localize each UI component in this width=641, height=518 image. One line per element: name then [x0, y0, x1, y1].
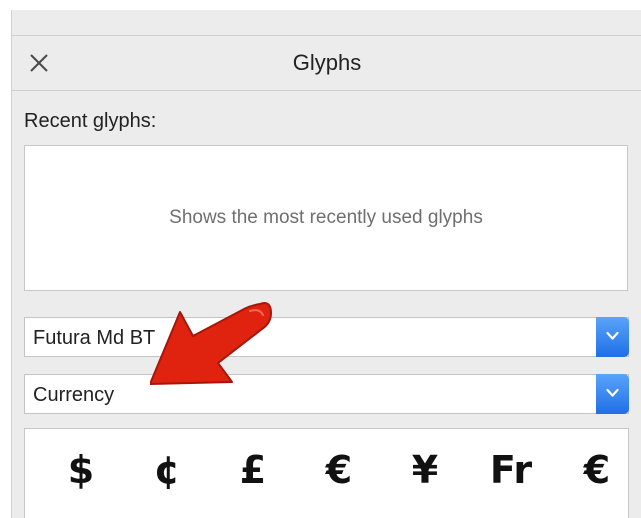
glyphs-panel: Glyphs Recent glyphs: Shows the most rec…	[11, 10, 641, 518]
glyph-cell[interactable]: £	[223, 446, 283, 494]
glyph-grid: $ ¢ £ € ¥ Fr €	[24, 428, 629, 518]
category-select[interactable]: Currency	[24, 374, 629, 414]
glyph-cell[interactable]: ¥	[395, 446, 455, 494]
top-strip	[0, 0, 641, 10]
recent-glyphs-label: Recent glyphs:	[24, 110, 157, 132]
recent-glyphs-area: Shows the most recently used glyphs	[24, 145, 628, 291]
glyph-cell[interactable]: ¢	[137, 446, 197, 494]
panel-title-bar: Glyphs	[12, 35, 641, 91]
glyph-cell[interactable]: €	[567, 446, 627, 494]
category-select-value: Currency	[33, 384, 115, 406]
font-select-value: Futura Md BT	[33, 327, 156, 349]
glyph-cell[interactable]: €	[309, 446, 369, 494]
font-select-button[interactable]	[596, 317, 629, 357]
glyph-cell[interactable]: $	[51, 446, 111, 494]
recent-glyphs-hint: Shows the most recently used glyphs	[169, 207, 483, 228]
panel-title: Glyphs	[292, 50, 362, 75]
font-select[interactable]: Futura Md BT	[24, 317, 629, 357]
chevron-down-icon	[606, 388, 619, 397]
chevron-down-icon	[606, 331, 619, 340]
glyph-cell[interactable]: Fr	[481, 446, 541, 494]
category-select-button[interactable]	[596, 374, 629, 414]
